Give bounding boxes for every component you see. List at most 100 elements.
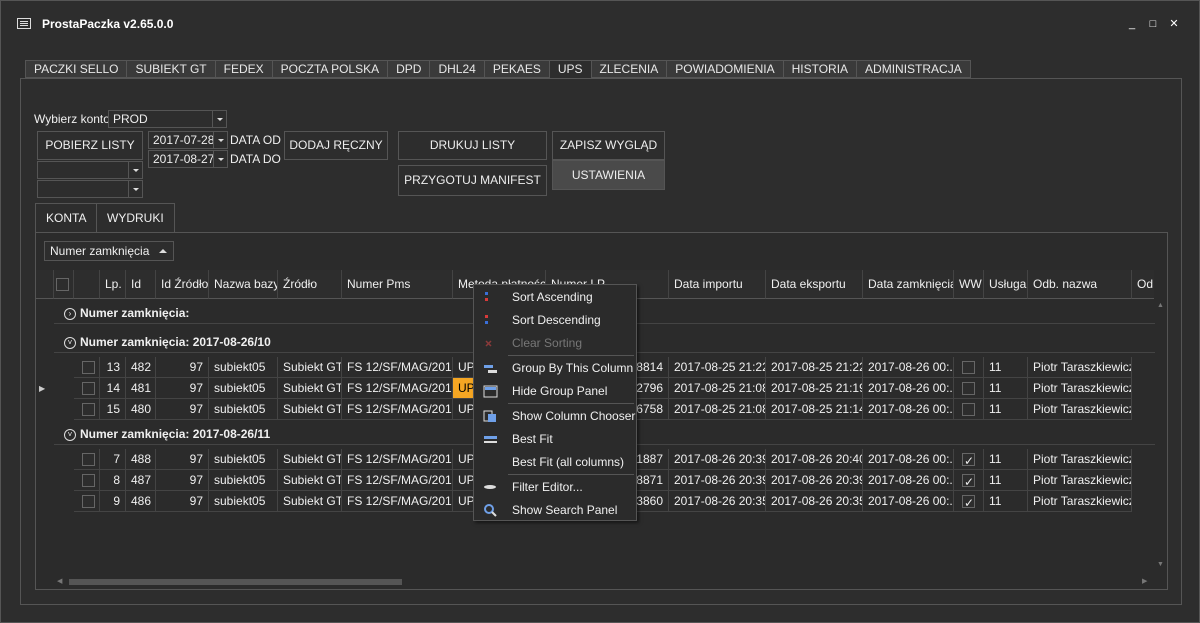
col-header-lp[interactable]: Lp.	[100, 270, 126, 299]
cell-data-zamkniecia[interactable]: 2017-08-26 00:...	[863, 399, 954, 420]
filter-select-2[interactable]	[37, 180, 143, 198]
cell-ww[interactable]	[954, 399, 984, 420]
subtab-konta[interactable]: KONTA	[35, 203, 98, 233]
menu-best-fit[interactable]: Best Fit	[474, 428, 636, 451]
cell-data-eksportu[interactable]: 2017-08-25 21:22	[766, 357, 863, 378]
ww-checkbox[interactable]	[962, 382, 975, 395]
cell-lp[interactable]: 9	[100, 491, 126, 512]
cell-id[interactable]: 488	[126, 449, 156, 470]
row-checkbox[interactable]	[82, 453, 95, 466]
cell-odb-nazwa[interactable]: Piotr Taraszkiewicz	[1028, 491, 1132, 512]
cell-nazwa-bazy[interactable]: subiekt05	[209, 399, 278, 420]
select-all-checkbox[interactable]	[56, 278, 69, 291]
cell-data-importu[interactable]: 2017-08-25 21:22	[669, 357, 766, 378]
cell-id-zrodlo[interactable]: 97	[156, 378, 209, 399]
account-select[interactable]: PROD	[108, 110, 227, 128]
cell-data-zamkniecia[interactable]: 2017-08-26 00:...	[863, 470, 954, 491]
col-header-usluga[interactable]: Usługa	[984, 270, 1028, 299]
minimize-button[interactable]: _	[1123, 15, 1141, 33]
print-lists-button[interactable]: DRUKUJ LISTY	[398, 131, 547, 160]
cell-lp[interactable]: 13	[100, 357, 126, 378]
cell-data-importu[interactable]: 2017-08-26 20:35	[669, 491, 766, 512]
scroll-left-icon[interactable]: ◀	[57, 577, 62, 585]
cell-odb-nazwa[interactable]: Piotr Taraszkiewicz	[1028, 470, 1132, 491]
tab-powiadomienia[interactable]: POWIADOMIENIA	[666, 60, 783, 78]
cell-data-importu[interactable]: 2017-08-25 21:08	[669, 378, 766, 399]
scroll-right-icon[interactable]: ▶	[1142, 577, 1147, 585]
ww-checkbox[interactable]	[962, 403, 975, 416]
menu-sort-ascending[interactable]: Sort Ascending	[474, 286, 636, 309]
tab-ups[interactable]: UPS	[548, 60, 591, 79]
row-checkbox[interactable]	[82, 361, 95, 374]
tab-dhl24[interactable]: DHL24	[429, 60, 484, 78]
date-to-picker[interactable]: 2017-08-27	[148, 150, 228, 168]
tab-administracja[interactable]: ADMINISTRACJA	[856, 60, 971, 78]
cell-data-zamkniecia[interactable]: 2017-08-26 00:...	[863, 378, 954, 399]
cell-nazwa-bazy[interactable]: subiekt05	[209, 378, 278, 399]
row-select-cell[interactable]	[74, 470, 100, 491]
menu-sort-descending[interactable]: Sort Descending	[474, 309, 636, 332]
cell-usluga[interactable]: 11	[984, 470, 1028, 491]
row-select-cell[interactable]	[74, 378, 100, 399]
tab-historia[interactable]: HISTORIA	[782, 60, 857, 78]
cell-id[interactable]: 480	[126, 399, 156, 420]
cell-ww[interactable]	[954, 491, 984, 512]
row-checkbox[interactable]	[82, 403, 95, 416]
cell-numer-pms[interactable]: FS 12/SF/MAG/2017	[342, 470, 453, 491]
fetch-lists-button[interactable]: POBIERZ LISTY	[37, 131, 143, 160]
cell-id-zrodlo[interactable]: 97	[156, 491, 209, 512]
col-header-nazwa-bazy[interactable]: Nazwa bazy	[209, 270, 278, 299]
save-view-button[interactable]: ZAPISZ WYGLĄD	[552, 131, 665, 160]
ww-checkbox[interactable]	[962, 361, 975, 374]
cell-id[interactable]: 481	[126, 378, 156, 399]
row-checkbox[interactable]	[82, 495, 95, 508]
menu-best-fit-all[interactable]: Best Fit (all columns)	[474, 451, 636, 474]
scroll-down-icon[interactable]: ▼	[1157, 561, 1164, 568]
add-manual-button[interactable]: DODAJ RĘCZNY	[284, 131, 388, 160]
cell-odb-nazwa[interactable]: Piotr Taraszkiewicz	[1028, 399, 1132, 420]
cell-zrodlo[interactable]: Subiekt GT	[278, 491, 342, 512]
cell-ww[interactable]	[954, 378, 984, 399]
cell-ww[interactable]	[954, 470, 984, 491]
cell-odb-nazwa[interactable]: Piotr Taraszkiewicz	[1028, 449, 1132, 470]
tab-pekaes[interactable]: PEKAES	[483, 60, 549, 78]
cell-id-zrodlo[interactable]: 97	[156, 470, 209, 491]
settings-button[interactable]: USTAWIENIA	[552, 160, 665, 190]
row-select-cell[interactable]	[74, 399, 100, 420]
tab-dpd[interactable]: DPD	[387, 60, 430, 78]
col-header-data-eksportu[interactable]: Data eksportu	[766, 270, 863, 299]
expand-icon[interactable]: ›	[64, 307, 76, 320]
row-select-cell[interactable]	[74, 491, 100, 512]
cell-id[interactable]: 486	[126, 491, 156, 512]
col-header-id-zrodlo[interactable]: Id Źródło	[156, 270, 209, 299]
menu-show-column-chooser[interactable]: Show Column Chooser	[474, 405, 636, 428]
collapse-icon[interactable]: ˅	[64, 428, 76, 441]
prepare-manifest-button[interactable]: PRZYGOTUJ MANIFEST	[398, 165, 547, 196]
cell-data-eksportu[interactable]: 2017-08-25 21:14	[766, 399, 863, 420]
col-header-od[interactable]: Od	[1132, 270, 1154, 299]
menu-show-search-panel[interactable]: Show Search Panel	[474, 499, 636, 522]
scroll-up-icon[interactable]: ▲	[1157, 302, 1164, 309]
cell-zrodlo[interactable]: Subiekt GT	[278, 470, 342, 491]
cell-data-importu[interactable]: 2017-08-26 20:39	[669, 470, 766, 491]
cell-lp[interactable]: 8	[100, 470, 126, 491]
row-select-cell[interactable]	[74, 357, 100, 378]
col-header-odb-nazwa[interactable]: Odb. nazwa	[1028, 270, 1132, 299]
cell-data-eksportu[interactable]: 2017-08-26 20:39	[766, 470, 863, 491]
vertical-scrollbar[interactable]: ▲ ▼	[1154, 299, 1167, 575]
cell-data-importu[interactable]: 2017-08-26 20:39	[669, 449, 766, 470]
cell-zrodlo[interactable]: Subiekt GT	[278, 357, 342, 378]
cell-numer-pms[interactable]: FS 12/SF/MAG/2017	[342, 399, 453, 420]
filter-select-1[interactable]	[37, 161, 143, 179]
cell-data-zamkniecia[interactable]: 2017-08-26 00:...	[863, 357, 954, 378]
cell-id-zrodlo[interactable]: 97	[156, 449, 209, 470]
cell-nazwa-bazy[interactable]: subiekt05	[209, 491, 278, 512]
tab-subiekt-gt[interactable]: SUBIEKT GT	[126, 60, 215, 78]
cell-nazwa-bazy[interactable]: subiekt05	[209, 357, 278, 378]
cell-id-zrodlo[interactable]: 97	[156, 399, 209, 420]
cell-lp[interactable]: 14	[100, 378, 126, 399]
subtab-wydruki[interactable]: WYDRUKI	[96, 203, 175, 233]
ww-checkbox[interactable]	[962, 472, 975, 490]
cell-id[interactable]: 487	[126, 470, 156, 491]
cell-lp[interactable]: 15	[100, 399, 126, 420]
